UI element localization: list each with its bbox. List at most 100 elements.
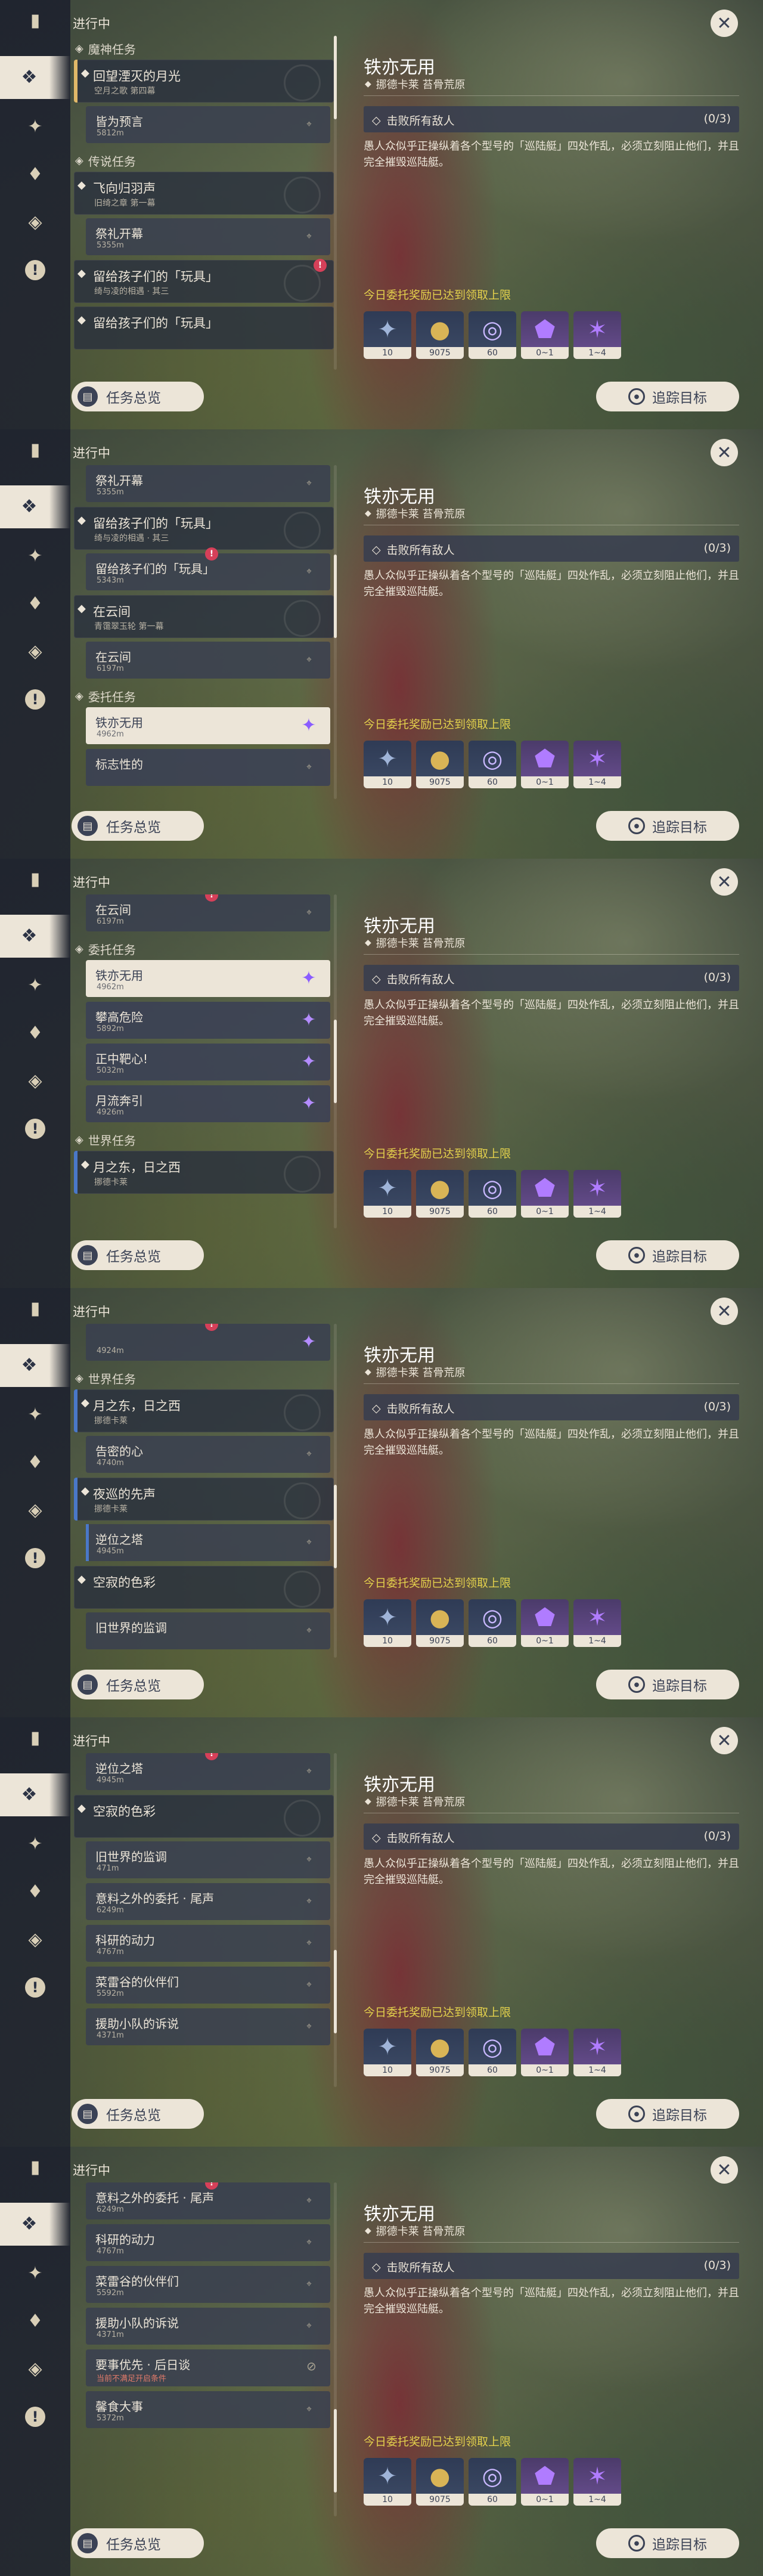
- commission-icon[interactable]: ❖: [0, 2203, 70, 2246]
- quest-list-scrollbar[interactable]: [334, 1753, 337, 2087]
- quest-card[interactable]: ◆ 飞向归羽声 旧绮之章 第一幕: [74, 172, 334, 215]
- track-target-button[interactable]: ● 追踪目标: [596, 811, 739, 841]
- map-pin-icon[interactable]: ⌖: [306, 2020, 317, 2032]
- archon-icon[interactable]: ✦: [24, 974, 46, 997]
- quest-item-selected[interactable]: 铁亦无用 4962m ✦: [86, 707, 330, 744]
- reward-item[interactable]: ◎ 60: [469, 1599, 516, 1647]
- story-icon[interactable]: ♦: [24, 2310, 46, 2333]
- world-icon[interactable]: ◈: [24, 211, 46, 234]
- quest-list[interactable]: 4924m ✦! ◈ 世界任务 ◆ 月之东，日之西 挪德卡莱 告密的心 4740m ⌖ ◆ 夜巡的先声…: [70, 1324, 339, 1658]
- archon-icon[interactable]: ✦: [24, 2262, 46, 2285]
- quest-item[interactable]: 旧世界的监调 471m ⌖: [86, 1841, 330, 1878]
- quest-item[interactable]: 菜雷谷的伙伴们 5592m ⌖: [86, 2266, 330, 2303]
- reward-item[interactable]: ● 9075: [416, 741, 464, 788]
- quest-list-scrollbar[interactable]: [334, 36, 337, 370]
- reward-item[interactable]: ✦ 10: [364, 311, 411, 359]
- archon-icon[interactable]: ✦: [24, 116, 46, 138]
- quest-list[interactable]: 祭礼开幕 5355m ⌖ ◆ 留给孩子们的「玩具」 绮与凌的相遇 · 其三 留给孩子们的「玩…: [70, 465, 339, 799]
- quest-overview-button[interactable]: ▤ 任务总览: [72, 1240, 204, 1270]
- commission-icon[interactable]: ❖: [0, 1773, 70, 1816]
- quest-item[interactable]: 月流奔引 4926m ✦: [86, 1085, 330, 1122]
- quest-list-scrollbar[interactable]: [334, 2182, 337, 2516]
- quest-item[interactable]: 在云间 6197m ⌖!: [86, 894, 330, 931]
- map-pin-icon[interactable]: ⌖: [306, 1765, 317, 1776]
- map-pin-icon[interactable]: ⌖: [306, 906, 317, 918]
- map-pin-icon[interactable]: ⌖: [306, 1979, 317, 1990]
- story-icon[interactable]: ♦: [24, 1022, 46, 1045]
- story-icon[interactable]: ♦: [24, 593, 46, 615]
- quest-item[interactable]: 逆位之塔 4945m ⌖!: [86, 1753, 330, 1790]
- reward-item[interactable]: ● 9075: [416, 2458, 464, 2506]
- quest-item-selected[interactable]: 铁亦无用 4962m ✦: [86, 960, 330, 997]
- quest-list-scrollbar[interactable]: [334, 894, 337, 1228]
- quest-card[interactable]: ◆ 空寂的色彩: [74, 1566, 334, 1609]
- map-pin-icon[interactable]: ⌖: [306, 2403, 317, 2414]
- map-pin-icon[interactable]: ⌖: [306, 118, 317, 129]
- scrollbar-thumb[interactable]: [334, 1950, 337, 2033]
- quest-overview-button[interactable]: ▤ 任务总览: [72, 2099, 204, 2129]
- track-target-button[interactable]: ● 追踪目标: [596, 1240, 739, 1270]
- world-icon[interactable]: ◈: [24, 1499, 46, 1522]
- map-pin-icon[interactable]: ⌖: [306, 565, 317, 577]
- reward-item[interactable]: ⬟ 0~1: [521, 2458, 569, 2506]
- commission-icon[interactable]: ❖: [0, 485, 70, 528]
- reward-item[interactable]: ◎ 60: [469, 2029, 516, 2076]
- reward-item[interactable]: ⬟ 0~1: [521, 1599, 569, 1647]
- reward-item[interactable]: ✦ 10: [364, 1170, 411, 1218]
- story-icon[interactable]: ♦: [24, 1451, 46, 1474]
- quest-list[interactable]: 意料之外的委托 · 尾声 6249m ⌖! 科研的动力 4767m ⌖ 菜雷谷的伙伴们 559…: [70, 2182, 339, 2516]
- map-pin-icon[interactable]: ⌖: [306, 1536, 317, 1547]
- map-pin-icon[interactable]: ⌖: [306, 2320, 317, 2331]
- quest-item[interactable]: 正中靶心! 5032m ✦: [86, 1044, 330, 1080]
- quest-overview-button[interactable]: ▤ 任务总览: [72, 2528, 204, 2558]
- archon-icon[interactable]: ✦: [24, 1833, 46, 1856]
- scrollbar-thumb[interactable]: [334, 1020, 337, 1103]
- close-icon[interactable]: ✕: [711, 10, 738, 37]
- map-pin-icon[interactable]: ⌖: [306, 2236, 317, 2247]
- quest-list-scrollbar[interactable]: [334, 1324, 337, 1658]
- world-icon[interactable]: ◈: [24, 1070, 46, 1092]
- close-icon[interactable]: ✕: [711, 2156, 738, 2184]
- quest-overview-button[interactable]: ▤ 任务总览: [72, 382, 204, 411]
- reward-item[interactable]: ✶ 1~4: [573, 1170, 621, 1218]
- reward-item[interactable]: ✶ 1~4: [573, 1599, 621, 1647]
- reward-item[interactable]: ◎ 60: [469, 311, 516, 359]
- close-icon[interactable]: ✕: [711, 1298, 738, 1325]
- quest-item[interactable]: 科研的动力 4767m ⌖: [86, 1925, 330, 1962]
- reward-item[interactable]: ● 9075: [416, 311, 464, 359]
- reward-item[interactable]: ✦ 10: [364, 2029, 411, 2076]
- quest-item[interactable]: 留给孩子们的「玩具」 5343m ⌖!: [86, 547, 330, 590]
- map-pin-icon[interactable]: ⌖: [306, 761, 317, 772]
- quest-card[interactable]: ◆ 空寂的色彩: [74, 1795, 334, 1838]
- archon-icon[interactable]: ✦: [24, 545, 46, 568]
- scrollbar-thumb[interactable]: [334, 2409, 337, 2493]
- reward-item[interactable]: ● 9075: [416, 2029, 464, 2076]
- reward-item[interactable]: ◎ 60: [469, 1170, 516, 1218]
- map-pin-icon[interactable]: ⌖: [306, 1448, 317, 1459]
- quest-book-icon[interactable]: ▮: [24, 868, 46, 891]
- quest-card[interactable]: ◆ 夜巡的先声 挪德卡莱: [74, 1478, 334, 1521]
- commission-icon[interactable]: ❖: [0, 56, 70, 99]
- quest-item[interactable]: 皆为预言 5812m ⌖: [86, 106, 330, 143]
- archon-icon[interactable]: ✦: [24, 1404, 46, 1426]
- reward-item[interactable]: ✦ 10: [364, 741, 411, 788]
- quest-card[interactable]: ◆ 留给孩子们的「玩具」: [74, 306, 334, 349]
- reward-item[interactable]: ● 9075: [416, 1170, 464, 1218]
- quest-item[interactable]: 在云间 6197m ⌖: [86, 642, 330, 679]
- reward-item[interactable]: ✶ 1~4: [573, 2029, 621, 2076]
- quest-item[interactable]: 逆位之塔 4945m ⌖: [86, 1524, 330, 1561]
- reward-item[interactable]: ✦ 10: [364, 1599, 411, 1647]
- map-pin-icon[interactable]: ⌖: [306, 2278, 317, 2289]
- track-target-button[interactable]: ● 追踪目标: [596, 2528, 739, 2558]
- reward-item[interactable]: ⬟ 0~1: [521, 1170, 569, 1218]
- event-icon[interactable]: !: [24, 259, 46, 281]
- close-icon[interactable]: ✕: [711, 1727, 738, 1754]
- quest-book-icon[interactable]: ▮: [24, 439, 46, 462]
- quest-item[interactable]: 援助小队的诉说 4371m ⌖: [86, 2008, 330, 2045]
- quest-book-icon[interactable]: ▮: [24, 1727, 46, 1750]
- quest-list[interactable]: 在云间 6197m ⌖! ◈ 委托任务 铁亦无用 4962m ✦ 攀高危险 5892m ✦ 正中靶心!…: [70, 894, 339, 1228]
- track-target-button[interactable]: ● 追踪目标: [596, 1670, 739, 1699]
- quest-item[interactable]: 要事优先 · 后日谈 当前不满足开启条件 ⊘: [86, 2349, 330, 2386]
- reward-item[interactable]: ⬟ 0~1: [521, 2029, 569, 2076]
- track-target-button[interactable]: ● 追踪目标: [596, 2099, 739, 2129]
